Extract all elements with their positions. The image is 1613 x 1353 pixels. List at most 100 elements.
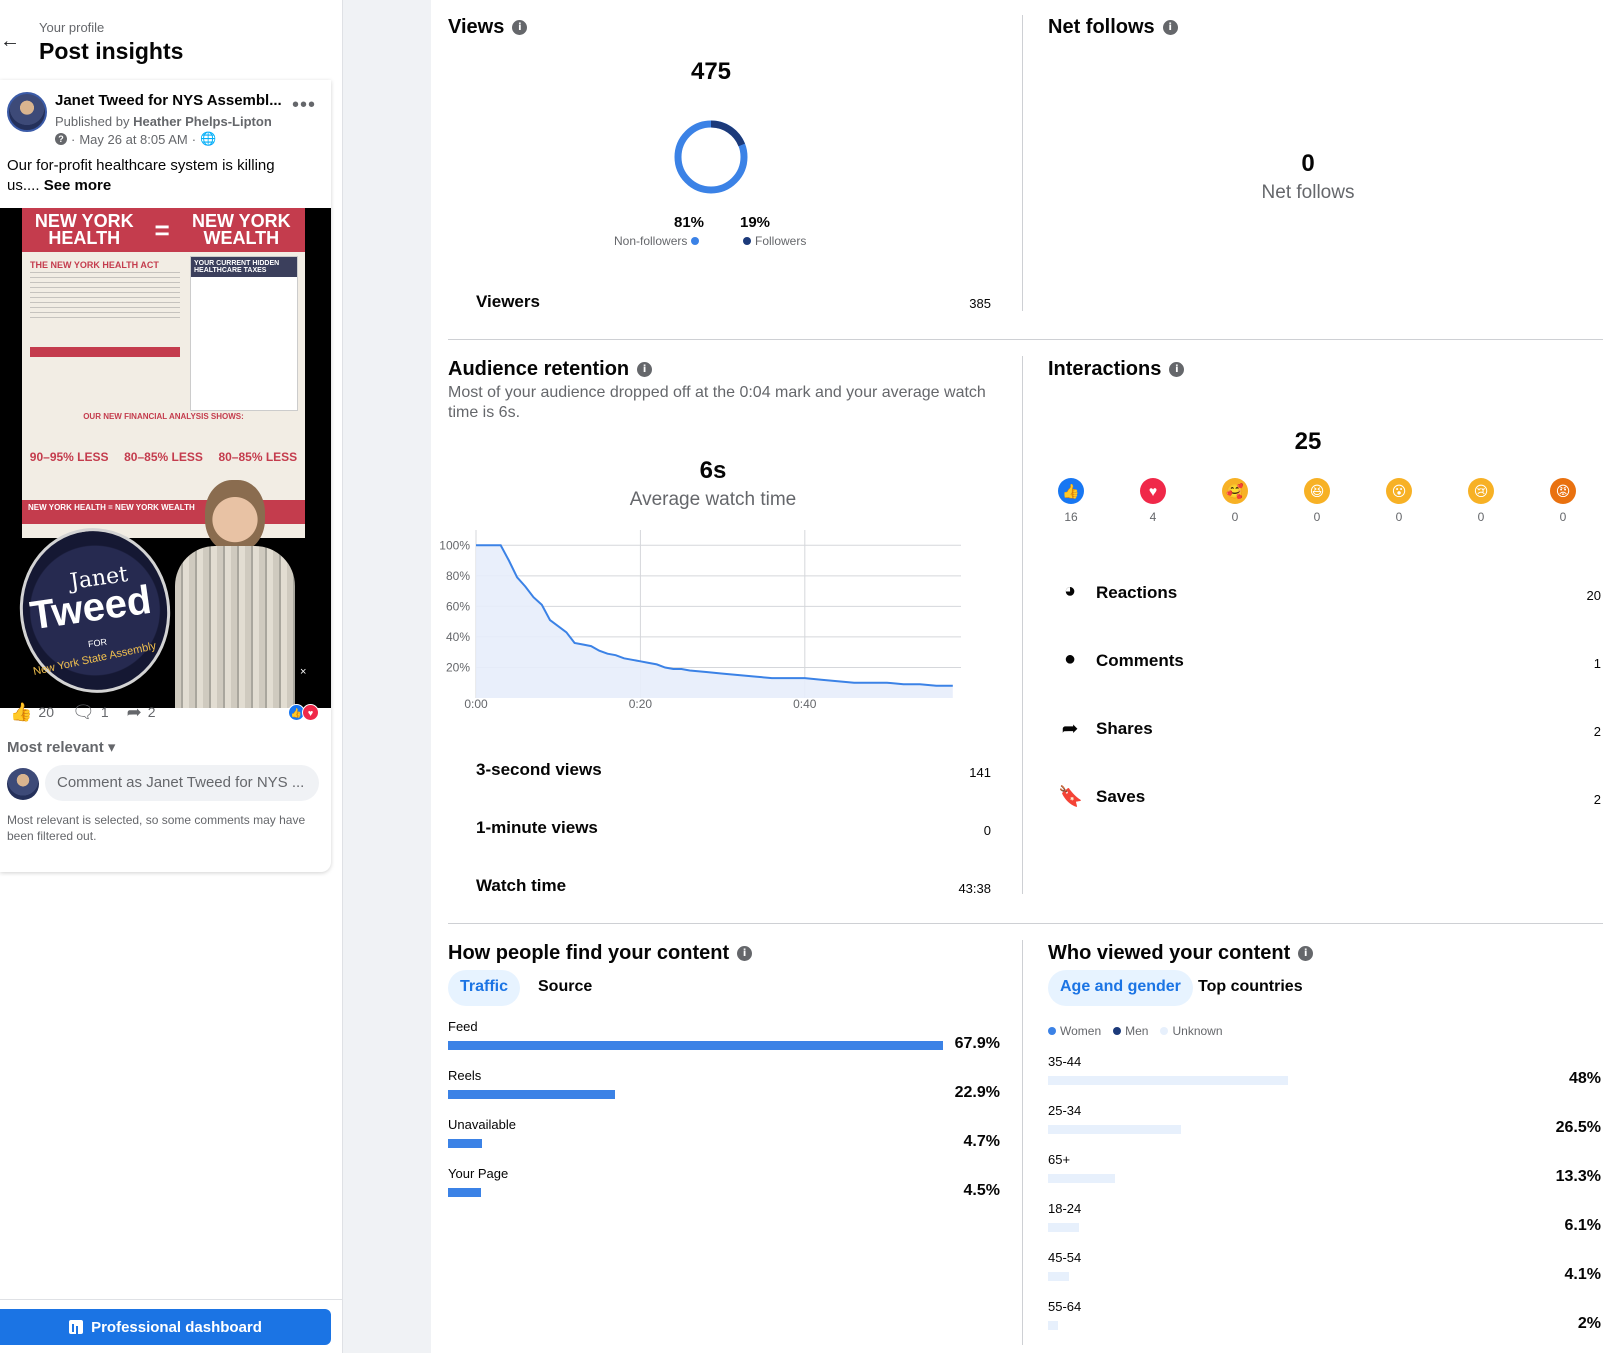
info-icon[interactable]: i xyxy=(737,946,753,961)
publisher-name[interactable]: Heather Phelps-Lipton xyxy=(133,114,272,129)
avg-watch-value: 6s xyxy=(699,457,727,484)
retention-row-value: 43:38 xyxy=(958,881,991,896)
comment-count[interactable]: 🗨 1 xyxy=(72,702,109,723)
poster-taxes: YOUR CURRENT HIDDEN HEALTHCARE TAXES xyxy=(191,257,297,277)
reactions-icon: ◕ xyxy=(1063,580,1077,602)
post-date[interactable]: May 26 at 8:05 AM xyxy=(79,132,187,147)
divider xyxy=(448,923,1603,924)
see-more-link[interactable]: See more xyxy=(44,177,112,194)
bar-value: 4.1% xyxy=(1564,1266,1601,1283)
bar-label: 25-34 xyxy=(1048,1103,1082,1118)
section-title-text: Audience retention xyxy=(448,358,630,380)
dashboard-icon xyxy=(69,1320,84,1334)
reaction-count: 4 xyxy=(1149,510,1157,524)
angry-icon: 😡 xyxy=(1550,478,1576,504)
like-count[interactable]: 👍 20 xyxy=(10,702,54,723)
comment-input[interactable]: Comment as Janet Tweed for NYS ... xyxy=(45,765,319,801)
bar-fill xyxy=(1048,1223,1079,1232)
y-tick-label: 80% xyxy=(446,569,470,583)
mute-icon[interactable]: × xyxy=(300,666,306,678)
bar-label: 65+ xyxy=(1048,1152,1071,1167)
non-followers-legend: Non-followers xyxy=(614,234,700,248)
professional-dashboard-button[interactable]: Professional dashboard xyxy=(0,1309,331,1345)
publisher-prefix: Published by xyxy=(55,114,130,129)
poster-right-head: NEW YORK WEALTH xyxy=(191,211,291,248)
reaction-count: 0 xyxy=(1395,510,1403,524)
bar-value: 48% xyxy=(1568,1070,1601,1087)
retention-row-value: 141 xyxy=(969,765,991,780)
info-icon[interactable]: i xyxy=(512,20,528,35)
poster-equals: = xyxy=(154,214,170,245)
filter-note: Most relevant is selected, so some comme… xyxy=(7,813,306,843)
divider xyxy=(1022,940,1023,1345)
tab-top-countries[interactable]: Top countries xyxy=(1186,970,1315,1006)
legend-label: Unknown xyxy=(1172,1024,1223,1038)
person-body xyxy=(175,546,295,708)
net-follows-value: 0 xyxy=(1301,150,1315,177)
legend-label: Followers xyxy=(755,234,807,248)
reaction-count: 0 xyxy=(1231,510,1239,524)
gender-legend: Women Men Unknown xyxy=(1048,1024,1223,1038)
bar-fill xyxy=(1048,1125,1181,1134)
back-arrow-icon[interactable]: ← xyxy=(0,30,20,53)
interaction-row-label: Reactions xyxy=(1096,583,1178,602)
post-author[interactable]: Janet Tweed for NYS Assembl... xyxy=(55,92,285,109)
info-icon[interactable]: i xyxy=(1298,946,1314,961)
net-follows-title: Net follows i xyxy=(1048,16,1178,39)
avatar[interactable] xyxy=(7,92,47,132)
info-icon[interactable]: i xyxy=(1169,362,1185,377)
like-number: 20 xyxy=(38,704,54,720)
bar-value: 6.1% xyxy=(1564,1217,1601,1234)
legend-label: Women xyxy=(1060,1024,1102,1038)
bar-label: 35-44 xyxy=(1048,1054,1082,1069)
followers-pct: 19% xyxy=(740,214,771,231)
retention-row-label: Watch time xyxy=(476,876,567,895)
poster-pct: 80–85% LESS xyxy=(124,450,203,464)
bar-label: Reels xyxy=(448,1068,482,1083)
divider xyxy=(448,339,1603,340)
person-head xyxy=(205,480,265,552)
tab-age-gender[interactable]: Age and gender xyxy=(1048,970,1193,1006)
tab-traffic[interactable]: Traffic xyxy=(448,970,521,1006)
info-icon[interactable]: i xyxy=(637,362,653,377)
y-tick-label: 60% xyxy=(446,599,470,613)
bar-fill xyxy=(448,1090,615,1099)
separator: · xyxy=(191,131,197,147)
y-tick-label: 20% xyxy=(446,660,470,674)
interactions-total: 25 xyxy=(1294,428,1322,455)
question-icon: ? xyxy=(55,133,67,145)
bar-fill xyxy=(1048,1272,1069,1281)
more-options-icon[interactable]: ••• xyxy=(292,94,316,117)
tab-source[interactable]: Source xyxy=(526,970,604,1006)
bar-value: 2% xyxy=(1577,1315,1601,1332)
bar-value: 22.9% xyxy=(954,1084,1000,1101)
divider xyxy=(0,1299,343,1300)
bar-fill xyxy=(1048,1174,1115,1183)
section-title-text: Interactions xyxy=(1048,358,1162,380)
bar-value: 4.5% xyxy=(963,1182,1000,1199)
bar-label: Feed xyxy=(448,1019,478,1034)
post-video[interactable]: NEW YORK HEALTH = NEW YORK WEALTH THE NE… xyxy=(0,208,331,708)
legend-dot xyxy=(1160,1027,1169,1035)
info-icon[interactable]: i xyxy=(1162,20,1178,35)
interaction-row-value: 2 xyxy=(1593,792,1601,807)
bar-value: 67.9% xyxy=(954,1035,1000,1052)
sort-label: Most relevant xyxy=(7,739,104,756)
bar-fill xyxy=(1048,1321,1058,1330)
breadcrumb[interactable]: Your profile xyxy=(39,20,104,35)
share-count[interactable]: ➦ 2 xyxy=(127,702,156,723)
bar-value: 4.7% xyxy=(963,1133,1000,1150)
bar-label: 55-64 xyxy=(1048,1299,1082,1314)
interaction-row-value: 2 xyxy=(1593,724,1601,739)
wow-icon: 😮 xyxy=(1386,478,1412,504)
globe-icon: 🌐 xyxy=(200,131,217,146)
reaction-count: 0 xyxy=(1559,510,1567,524)
followers-legend: Followers xyxy=(743,234,806,248)
comment-sort-dropdown[interactable]: Most relevant ▾ xyxy=(7,738,115,756)
retention-chart: 100% 80% 60% 40% 20% 0:00 0:20 0:40 xyxy=(439,530,961,711)
avg-watch-label: Average watch time xyxy=(629,489,797,510)
insights-panel: Views i 475 81% 19% Non-followers Followe… xyxy=(431,0,1613,1353)
reaction-summary[interactable]: 👍 ♥ xyxy=(288,704,319,721)
poster-act: THE NEW YORK HEALTH ACT xyxy=(30,260,159,270)
poster-header: NEW YORK HEALTH = NEW YORK WEALTH xyxy=(22,208,305,252)
